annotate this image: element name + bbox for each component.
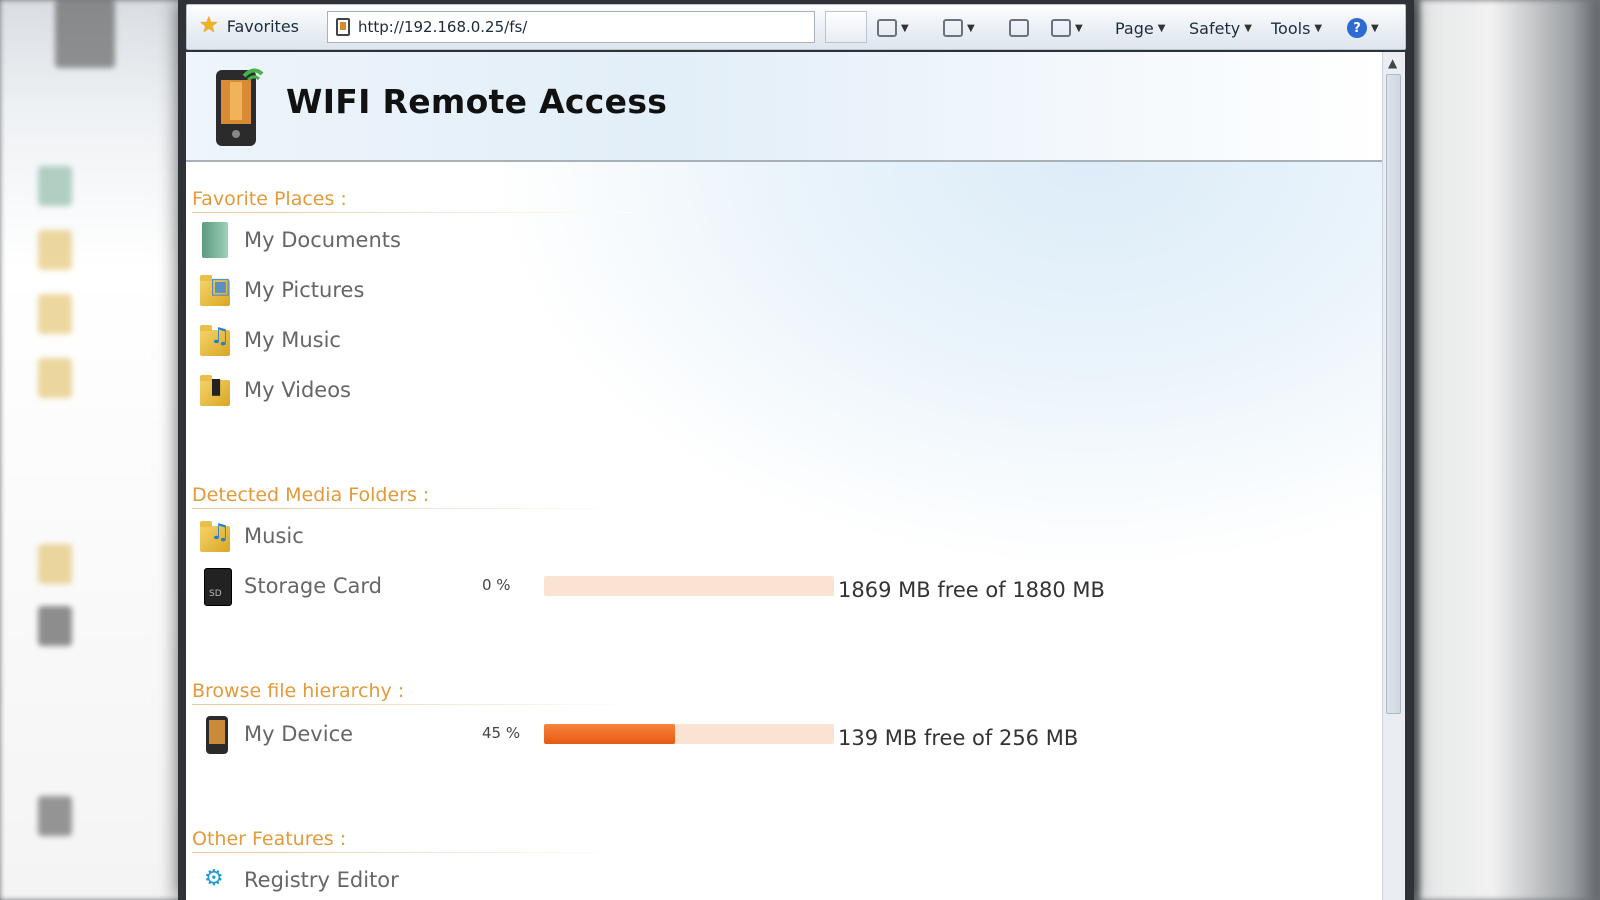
storage-card-free-text: 1869 MB free of 1880 MB xyxy=(838,578,1105,602)
vertical-scrollbar[interactable]: ▲ xyxy=(1382,52,1405,900)
command-bar: ★ Favorites http://192.168.0.25/fs/ ▼ ▼ … xyxy=(186,4,1406,50)
media-music[interactable]: ♫ Music xyxy=(196,516,304,556)
item-label: My Videos xyxy=(244,378,351,402)
media-folders-heading: Detected Media Folders : xyxy=(192,484,632,509)
media-storage-card[interactable]: Storage Card xyxy=(196,566,382,606)
print-icon xyxy=(1051,19,1071,37)
other-features-heading: Other Features : xyxy=(192,828,632,853)
documents-icon xyxy=(196,220,236,260)
favorite-my-music[interactable]: ♫ My Music xyxy=(196,320,341,360)
videos-folder-icon: ▮ xyxy=(196,370,236,410)
favorites-button[interactable]: ★ Favorites xyxy=(191,9,315,43)
mail-icon xyxy=(1009,19,1029,37)
chevron-down-icon: ▼ xyxy=(901,22,909,34)
safety-menu[interactable]: Safety ▼ xyxy=(1189,13,1252,43)
chevron-down-icon: ▼ xyxy=(1244,22,1252,34)
background-window-right xyxy=(1420,0,1600,900)
pictures-folder-icon: ▣ xyxy=(196,270,236,310)
hierarchy-my-device[interactable]: My Device xyxy=(196,714,353,754)
page-menu[interactable]: Page ▼ xyxy=(1115,13,1165,43)
favorite-my-documents[interactable]: My Documents xyxy=(196,220,401,260)
print-button[interactable]: ▼ xyxy=(1051,13,1083,43)
favorite-my-videos[interactable]: ▮ My Videos xyxy=(196,370,351,410)
registry-icon: ⚙ xyxy=(204,866,224,891)
tools-menu-label: Tools xyxy=(1271,18,1311,38)
page-icon xyxy=(336,18,350,36)
favorite-places-heading: Favorite Places : xyxy=(192,188,632,213)
item-label: My Pictures xyxy=(244,278,365,302)
background-heading xyxy=(30,752,180,788)
my-device-free-text: 139 MB free of 256 MB xyxy=(838,726,1079,750)
background-heading xyxy=(30,502,180,538)
my-device-usage-bar xyxy=(544,724,834,744)
chevron-down-icon: ▼ xyxy=(1314,22,1323,34)
file-hierarchy-heading: Browse file hierarchy : xyxy=(192,680,632,705)
address-text: http://192.168.0.25/fs/ xyxy=(358,18,528,36)
safety-menu-label: Safety xyxy=(1189,18,1241,38)
feeds-icon xyxy=(943,19,963,37)
sd-card-icon xyxy=(196,566,236,606)
mail-button[interactable] xyxy=(1009,13,1029,43)
music-folder-icon: ♫ xyxy=(196,516,236,556)
background-folder-icon xyxy=(38,166,72,206)
storage-card-usage-bar xyxy=(544,576,834,596)
home-icon xyxy=(877,19,897,37)
chevron-down-icon: ▼ xyxy=(1371,22,1379,34)
tools-menu[interactable]: Tools ▼ xyxy=(1271,13,1322,43)
background-phone-icon xyxy=(55,0,115,68)
browser-window: ★ Favorites http://192.168.0.25/fs/ ▼ ▼ … xyxy=(178,0,1414,900)
storage-card-percent: 0 % xyxy=(482,576,511,594)
background-folder-icon xyxy=(38,544,72,584)
page-title: WIFI Remote Access xyxy=(286,82,668,121)
phone-icon xyxy=(196,714,236,754)
page-menu-label: Page xyxy=(1115,18,1154,38)
my-device-usage-fill xyxy=(544,724,675,744)
item-label: Music xyxy=(244,524,304,548)
page-content: WIFI Remote Access Favorite Places : My … xyxy=(186,52,1382,900)
address-bar[interactable]: http://192.168.0.25/fs/ xyxy=(327,11,815,43)
favorites-label: Favorites xyxy=(226,16,300,36)
chevron-down-icon: ▼ xyxy=(967,22,975,34)
help-menu[interactable]: ? ▼ xyxy=(1347,13,1379,43)
my-device-percent: 45 % xyxy=(482,724,521,742)
star-icon: ★ xyxy=(199,13,219,38)
phone-wifi-logo-icon xyxy=(216,68,264,146)
page-header: WIFI Remote Access xyxy=(186,52,1382,162)
chevron-down-icon: ▼ xyxy=(1157,22,1166,34)
feeds-button[interactable]: ▼ xyxy=(943,13,975,43)
favorite-my-pictures[interactable]: ▣ My Pictures xyxy=(196,270,364,310)
item-label: Registry Editor xyxy=(244,868,399,892)
background-heading xyxy=(30,124,180,160)
background-folder-icon xyxy=(38,230,72,270)
background-folder-icon xyxy=(38,294,72,334)
scrollbar-thumb[interactable] xyxy=(1386,74,1401,714)
background-phone-icon xyxy=(38,796,72,836)
background-folder-icon xyxy=(38,358,72,398)
item-label: Storage Card xyxy=(244,574,382,598)
background-window-left xyxy=(0,0,190,900)
item-label: My Music xyxy=(244,328,341,352)
background-card-icon xyxy=(38,606,72,646)
address-go-button[interactable] xyxy=(825,11,867,43)
music-folder-icon: ♫ xyxy=(196,320,236,360)
chevron-down-icon: ▼ xyxy=(1075,22,1083,34)
item-label: My Documents xyxy=(244,228,401,252)
feature-registry-editor[interactable]: ⚙ Registry Editor xyxy=(196,860,399,900)
help-icon: ? xyxy=(1347,18,1367,38)
item-label: My Device xyxy=(244,722,354,746)
home-button[interactable]: ▼ xyxy=(877,13,909,43)
scroll-up-arrow-icon[interactable]: ▲ xyxy=(1388,56,1397,70)
